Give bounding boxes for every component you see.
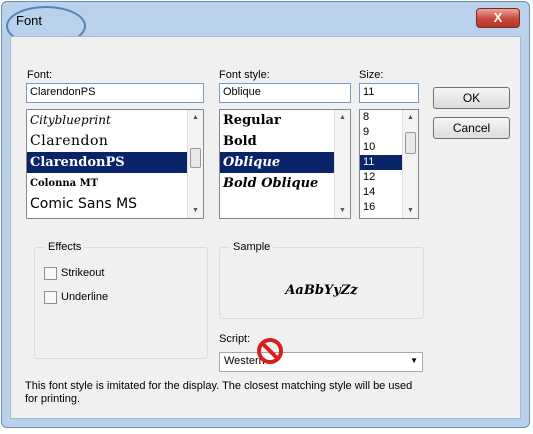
chevron-down-icon[interactable]: ▼	[410, 356, 418, 365]
size-input[interactable]: 11	[359, 83, 419, 103]
strikeout-option[interactable]: Strikeout	[44, 265, 104, 281]
ok-button[interactable]: OK	[433, 87, 510, 109]
font-style-list-item[interactable]: Regular	[220, 110, 350, 131]
scroll-up-icon[interactable]: ▲	[188, 110, 203, 125]
scroll-up-icon[interactable]: ▲	[335, 110, 350, 125]
font-style-list-item[interactable]: Bold	[220, 131, 350, 152]
size-list-scrollbar[interactable]: ▲ ▼	[402, 110, 418, 218]
font-style-list-item[interactable]: Bold Oblique	[220, 173, 350, 194]
scroll-thumb[interactable]	[190, 148, 201, 168]
scroll-down-icon[interactable]: ▼	[188, 203, 203, 218]
font-style-input[interactable]: Oblique	[219, 83, 351, 103]
strikeout-checkbox[interactable]	[44, 266, 57, 280]
no-entry-icon	[257, 338, 283, 364]
font-style-list-item[interactable]: Oblique	[220, 152, 350, 173]
underline-checkbox[interactable]	[44, 290, 57, 304]
close-button[interactable]: X	[476, 8, 520, 28]
font-list-item[interactable]: Cityblueprint	[27, 110, 203, 131]
font-style-label: Font style:	[219, 69, 270, 81]
sample-title: Sample	[230, 241, 274, 253]
dialog-client: Font: ClarendonPS Cityblueprint Clarendon…	[10, 36, 521, 419]
scroll-down-icon[interactable]: ▼	[335, 203, 350, 218]
scroll-up-icon[interactable]: ▲	[403, 110, 418, 125]
scroll-down-icon[interactable]: ▼	[403, 203, 418, 218]
sample-preview: AaBbYyZz	[285, 283, 358, 298]
effects-group: Effects Strikeout Underline	[34, 241, 208, 359]
font-list-scrollbar[interactable]: ▲ ▼	[187, 110, 203, 218]
font-list-item[interactable]: ClarendonPS	[27, 152, 203, 173]
cancel-button[interactable]: Cancel	[433, 117, 510, 139]
underline-option[interactable]: Underline	[44, 289, 108, 305]
font-list-item[interactable]: Colonna MT	[27, 173, 203, 194]
font-label: Font:	[27, 69, 53, 81]
sample-group: Sample AaBbYyZz	[219, 241, 424, 319]
effects-title: Effects	[45, 241, 85, 253]
font-note: This font style is imitated for the disp…	[25, 380, 413, 405]
font-list[interactable]: Cityblueprint Clarendon ClarendonPS Colonna…	[26, 109, 204, 219]
font-style-list-scrollbar[interactable]: ▲ ▼	[334, 110, 350, 218]
font-dialog: Font X Font: ClarendonPS Cityblueprint Cl…	[1, 1, 530, 428]
strikeout-label: Strikeout	[61, 267, 105, 279]
script-label: Script:	[219, 333, 251, 345]
title-bar[interactable]: Font X	[2, 2, 529, 46]
size-list[interactable]: 8 9 10 11 12 14 16 ▲ ▼	[359, 109, 419, 219]
size-label: Size:	[359, 69, 384, 81]
script-select[interactable]: Western ▼	[219, 352, 423, 372]
font-list-item[interactable]: Clarendon	[27, 131, 203, 152]
font-list-item[interactable]: Comic Sans MS	[27, 194, 203, 215]
font-input[interactable]: ClarendonPS	[26, 83, 204, 103]
font-style-list[interactable]: Regular Bold Oblique Bold Oblique ▲ ▼	[219, 109, 351, 219]
scroll-thumb[interactable]	[405, 132, 416, 154]
underline-label: Underline	[61, 291, 109, 303]
